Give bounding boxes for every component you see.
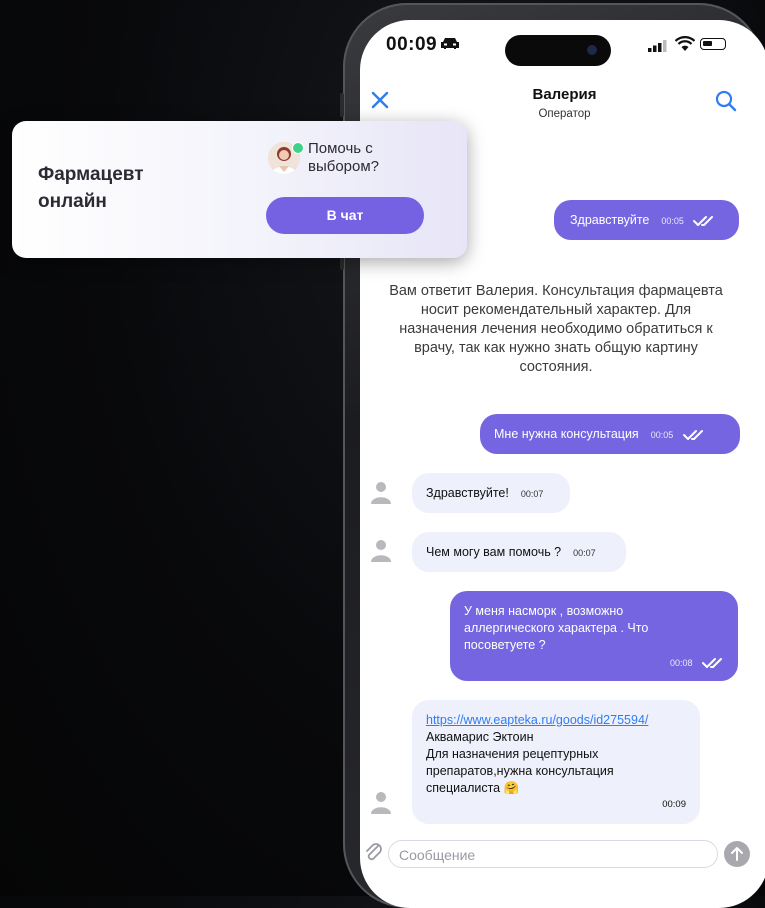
widget-help-text: Помочь с выбором? (308, 140, 380, 175)
message-outgoing: Мне нужна консультация 00:05 (480, 414, 740, 454)
system-notice: Вам ответит Валерия. Консультация фармац… (389, 283, 723, 375)
hug-emoji: 🤗 (503, 781, 520, 795)
message-text: Мне нужна консультация (494, 427, 639, 441)
product-name: Аквамарис Эктоин (426, 730, 534, 744)
widget-title: Фармацевт онлайн (38, 164, 144, 212)
user-placeholder-icon (371, 482, 391, 504)
operator-name: Валерия (532, 86, 597, 103)
double-check-icon (702, 657, 722, 668)
message-time: 00:09 (662, 799, 686, 810)
mute-switch (340, 93, 344, 117)
battery-icon (700, 38, 726, 50)
message-incoming: https://www.eapteka.ru/goods/id275594/ А… (412, 700, 700, 824)
online-indicator (292, 142, 304, 154)
message-incoming: Чем могу вам помочь ? 00:07 (412, 532, 626, 572)
operator-role: Оператор (538, 108, 591, 120)
message-time: 00:05 (650, 430, 674, 440)
camera-dot (587, 45, 597, 55)
signal-icon (648, 40, 667, 52)
message-input[interactable]: Сообщение (388, 840, 718, 868)
double-check-icon (682, 429, 703, 440)
message-text: Здравствуйте (570, 213, 650, 227)
message-outgoing: Здравствуйте 00:05 (554, 200, 739, 240)
paperclip-icon[interactable] (364, 840, 384, 866)
pharmacist-widget: Фармацевт онлайн Помочь с выбором? В чат (12, 121, 467, 258)
dynamic-island (505, 35, 611, 66)
message-composer: Сообщение (360, 834, 765, 874)
chat-button[interactable]: В чат (266, 197, 424, 234)
wifi-icon (675, 36, 695, 51)
double-check-icon (693, 215, 714, 226)
product-link[interactable]: https://www.eapteka.ru/goods/id275594/ (426, 712, 696, 729)
status-time: 00:09 (386, 34, 438, 55)
search-icon[interactable] (715, 90, 737, 112)
message-text: Чем могу вам помочь ? (426, 545, 562, 559)
status-bar: 00:09 (360, 20, 765, 72)
car-icon (441, 38, 459, 49)
message-time: 00:08 (669, 658, 693, 668)
message-time: 00:07 (520, 489, 544, 499)
user-placeholder-icon (371, 540, 391, 562)
message-text: У меня насморк , возможно аллергического… (464, 604, 649, 652)
message-text: Для назначения рецептурных препаратов,ну… (426, 747, 614, 795)
message-time: 00:07 (573, 548, 596, 558)
message-text: Здравствуйте! (426, 486, 509, 500)
user-placeholder-icon (371, 792, 391, 814)
send-arrow-icon (731, 847, 743, 861)
message-outgoing: У меня насморк , возможно аллергического… (450, 591, 738, 681)
message-time: 00:05 (661, 216, 684, 226)
send-button[interactable] (724, 841, 750, 867)
message-incoming: Здравствуйте! 00:07 (412, 473, 570, 513)
